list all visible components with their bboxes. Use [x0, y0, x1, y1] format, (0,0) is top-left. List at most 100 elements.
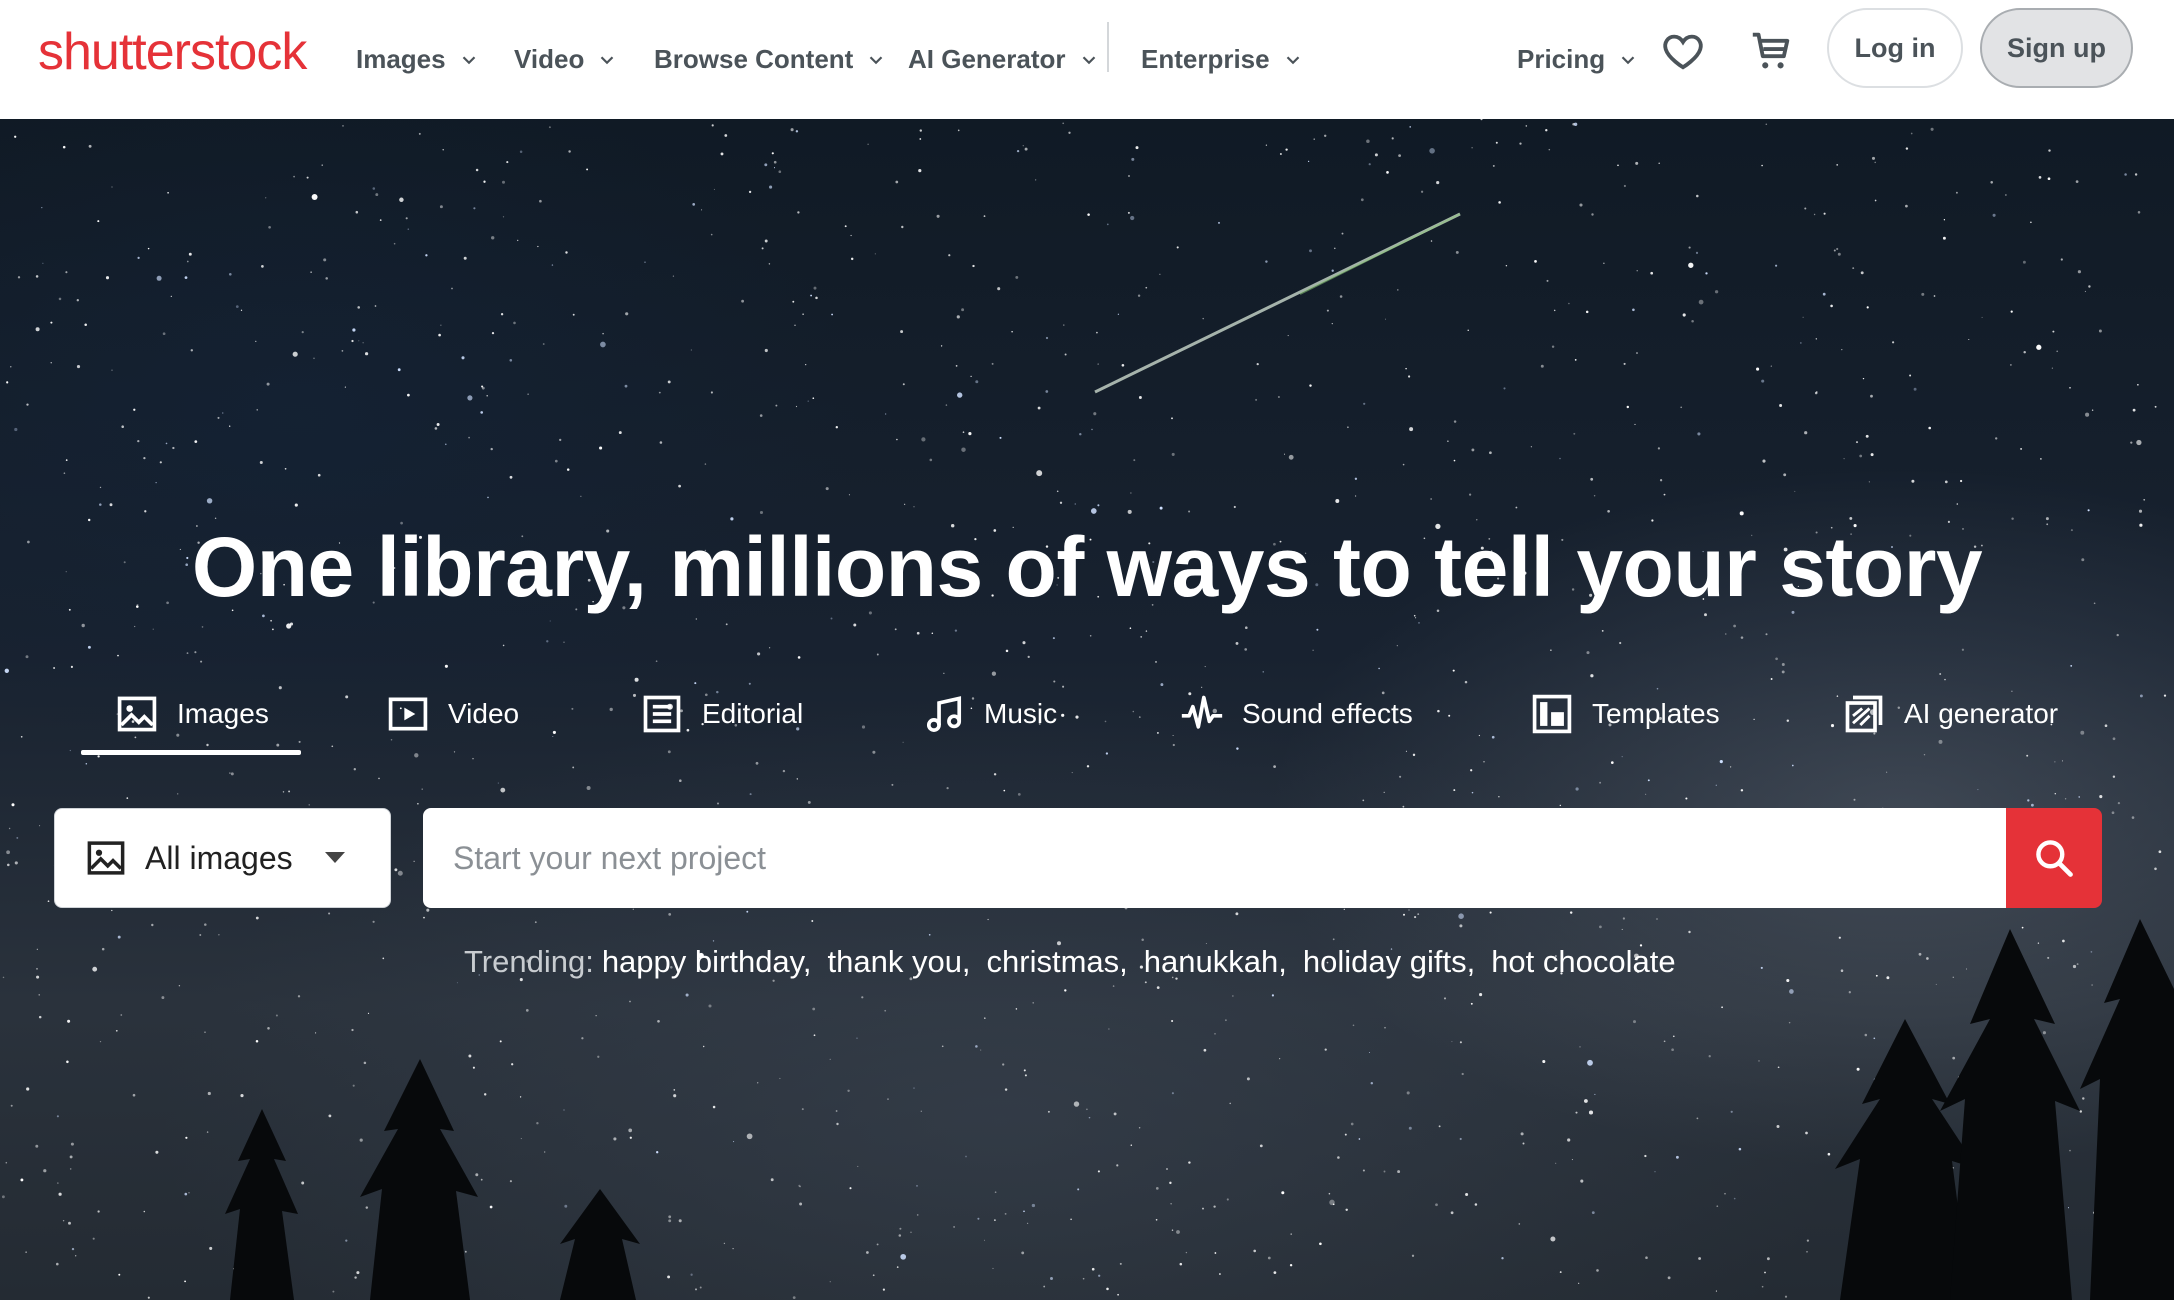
nav-ai-generator[interactable]: AI Generator	[908, 0, 1100, 119]
star	[20, 1178, 24, 1182]
star	[1341, 232, 1344, 235]
star	[2072, 964, 2077, 969]
star	[792, 300, 795, 303]
star	[1634, 423, 1636, 425]
star	[1534, 260, 1537, 263]
star	[1011, 330, 1013, 333]
star	[764, 163, 768, 167]
star	[1383, 1170, 1386, 1173]
star	[896, 438, 898, 441]
star	[1619, 641, 1622, 645]
star	[586, 168, 589, 171]
star	[418, 132, 421, 135]
hero-section: One library, millions of ways to tell yo…	[0, 119, 2174, 1300]
star	[720, 152, 724, 156]
star	[876, 1243, 879, 1246]
star	[265, 197, 267, 199]
login-button[interactable]: Log in	[1827, 8, 1963, 88]
star	[1729, 766, 1732, 768]
star	[2069, 387, 2071, 389]
nav-browse-content[interactable]: Browse Content	[654, 0, 887, 119]
search-input[interactable]	[423, 808, 2007, 908]
star	[261, 265, 264, 268]
star	[1601, 629, 1604, 632]
star	[1232, 995, 1234, 997]
star	[2076, 963, 2079, 966]
trending-term[interactable]: thank you,	[828, 944, 971, 980]
nav-enterprise[interactable]: Enterprise	[1141, 0, 1304, 119]
trending-term[interactable]: hot chocolate	[1491, 944, 1675, 980]
star	[475, 168, 479, 172]
tab-images[interactable]: Images	[115, 674, 269, 754]
star	[1804, 431, 1808, 435]
star	[861, 996, 864, 999]
star	[2130, 441, 2133, 444]
star	[109, 503, 113, 507]
star	[26, 1087, 30, 1091]
star	[1498, 796, 1500, 798]
star	[853, 623, 857, 627]
star	[500, 313, 504, 316]
star	[882, 1288, 885, 1291]
star	[1871, 156, 1876, 160]
star	[992, 1267, 994, 1270]
search-button[interactable]	[2006, 808, 2102, 908]
star	[156, 275, 162, 281]
star	[1262, 671, 1264, 673]
heart-icon[interactable]	[1660, 28, 1706, 74]
star	[1045, 390, 1049, 393]
trending-term[interactable]: holiday gifts,	[1303, 944, 1475, 980]
star	[1214, 1252, 1217, 1254]
star	[188, 252, 192, 256]
star	[708, 1004, 712, 1008]
star	[807, 800, 811, 804]
star	[438, 333, 441, 337]
star	[2030, 221, 2032, 224]
star	[99, 486, 102, 489]
star	[1253, 1249, 1257, 1253]
star	[1492, 164, 1495, 167]
image-icon	[117, 696, 157, 732]
nav-pricing[interactable]: Pricing	[1517, 0, 1639, 119]
star	[255, 1039, 259, 1043]
star	[955, 365, 958, 367]
trending-term[interactable]: christmas,	[987, 944, 1128, 980]
star	[2117, 801, 2121, 805]
signup-button[interactable]: Sign up	[1980, 8, 2133, 88]
star	[1363, 402, 1366, 405]
star	[1171, 1019, 1174, 1023]
nav-images[interactable]: Images	[356, 0, 480, 119]
shutterstock-logo[interactable]: shutterstock	[38, 22, 307, 82]
star	[1968, 338, 1970, 341]
trending-term[interactable]: happy birthday,	[602, 944, 812, 980]
tab-editorial[interactable]: Editorial	[640, 674, 803, 754]
star	[1218, 1273, 1221, 1275]
tab-ai-generator[interactable]: AI generator	[1842, 674, 2058, 754]
star	[321, 164, 323, 166]
star	[144, 510, 147, 513]
star	[1471, 448, 1475, 452]
tab-sound-effects-label: Sound effects	[1242, 698, 1413, 729]
trending-term[interactable]: hanukkah,	[1144, 944, 1287, 980]
star	[1453, 420, 1457, 423]
tab-sound-effects[interactable]: Sound effects	[1180, 674, 1413, 754]
tree-silhouette	[225, 1109, 298, 1300]
star	[572, 766, 575, 769]
star	[1289, 1263, 1293, 1267]
cart-icon[interactable]	[1748, 28, 1794, 74]
star	[1347, 426, 1349, 429]
nav-video[interactable]: Video	[514, 0, 618, 119]
star	[1386, 171, 1389, 174]
tab-video[interactable]: Video	[386, 674, 519, 754]
star	[1016, 149, 1020, 153]
media-type-select[interactable]: All images	[54, 808, 391, 908]
star	[797, 656, 801, 659]
star	[354, 1276, 357, 1279]
star	[795, 405, 798, 408]
star	[374, 305, 377, 307]
star	[56, 1115, 59, 1118]
tab-templates[interactable]: Templates	[1530, 674, 1720, 754]
star	[872, 1274, 875, 1277]
star	[874, 253, 876, 255]
tab-music[interactable]: Music	[922, 674, 1057, 754]
